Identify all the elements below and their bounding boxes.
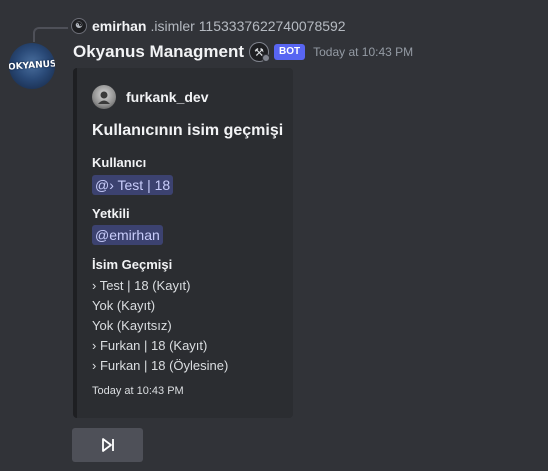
message-header: Okyanus Managment ⚒ BOT Today at 10:43 P… bbox=[73, 41, 413, 63]
reply-preview[interactable]: ☯ emirhan .isimler 1153337622740078592 bbox=[71, 17, 346, 35]
reply-avatar[interactable]: ☯ bbox=[71, 18, 87, 34]
embed-author-avatar bbox=[92, 85, 116, 109]
reply-content[interactable]: .isimler 1153337622740078592 bbox=[150, 18, 345, 34]
history-entry: Yok (Kayıtsız) bbox=[92, 318, 172, 333]
embed-author: furkank_dev bbox=[92, 85, 208, 109]
next-page-button[interactable] bbox=[72, 428, 143, 462]
history-entry: › Furkan | 18 (Kayıt) bbox=[92, 338, 208, 353]
user-silhouette-icon bbox=[98, 91, 110, 104]
reply-username[interactable]: emirhan bbox=[92, 18, 146, 34]
author-name[interactable]: Okyanus Managment bbox=[73, 42, 244, 62]
tools-icon[interactable]: ⚒ bbox=[249, 42, 270, 62]
name-history-list: › Test | 18 (Kayıt) Yok (Kayıt) Yok (Kay… bbox=[92, 276, 228, 376]
reply-connector-line bbox=[33, 27, 68, 42]
avatar-logo-text: OKYANUS bbox=[9, 59, 55, 73]
embed-card: furkank_dev Kullanıcının isim geçmişi Ku… bbox=[73, 68, 293, 418]
message-timestamp[interactable]: Today at 10:43 PM bbox=[313, 45, 413, 59]
chat-message-area: ☯ emirhan .isimler 1153337622740078592 O… bbox=[0, 0, 548, 471]
history-entry: Yok (Kayıt) bbox=[92, 298, 156, 313]
history-entry: › Test | 18 (Kayıt) bbox=[92, 278, 191, 293]
embed-footer-timestamp: Today at 10:43 PM bbox=[92, 385, 184, 397]
field-name-moderator: Yetkili bbox=[92, 206, 130, 221]
user-mention[interactable]: @› Test | 18 bbox=[92, 175, 174, 195]
bot-badge: BOT bbox=[274, 44, 306, 60]
moderator-mention[interactable]: @emirhan bbox=[92, 225, 163, 245]
field-name-history: İsim Geçmişi bbox=[92, 257, 173, 272]
embed-author-name: furkank_dev bbox=[126, 89, 209, 105]
field-name-user: Kullanıcı bbox=[92, 155, 147, 170]
bot-avatar[interactable]: OKYANUS bbox=[9, 43, 55, 89]
embed-title: Kullanıcının isim geçmişi bbox=[92, 122, 284, 139]
skip-next-icon bbox=[101, 438, 114, 452]
history-entry: › Furkan | 18 (Öylesine) bbox=[92, 358, 229, 373]
